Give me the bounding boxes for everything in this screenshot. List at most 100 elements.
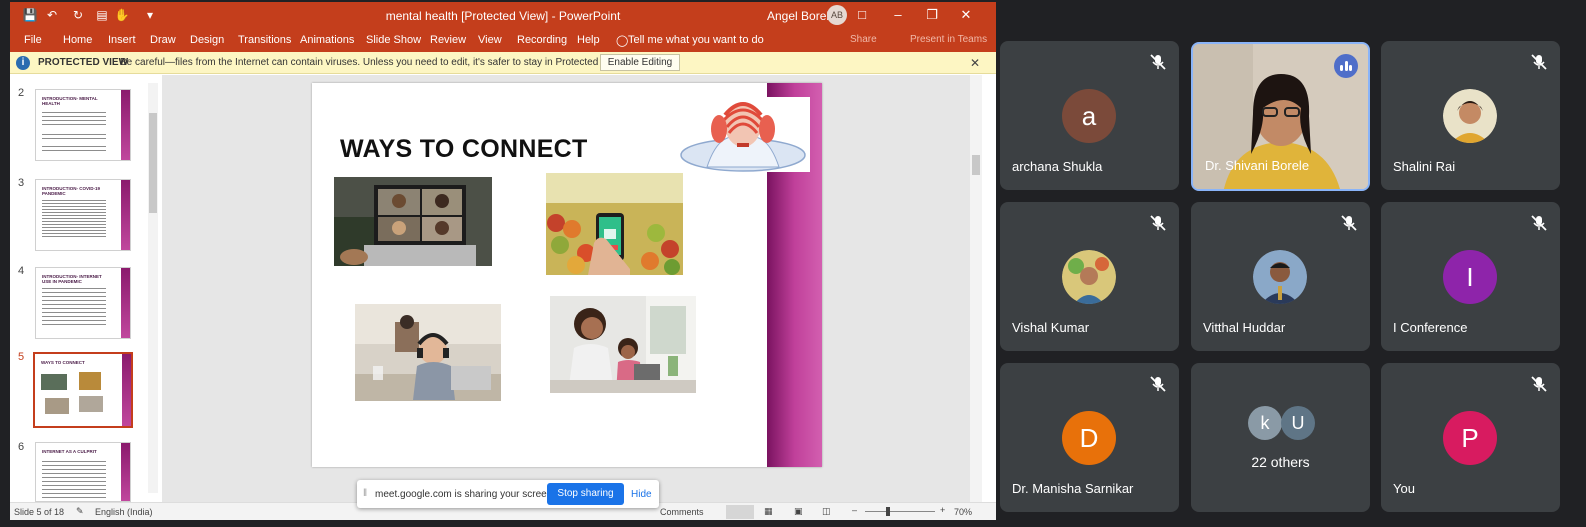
protected-view-bar: i PROTECTED VIEW Be careful—files from t… (10, 52, 996, 74)
participant-name: Vitthal Huddar (1203, 320, 1286, 335)
info-shield-icon: i (16, 56, 30, 70)
slide-title[interactable]: WAYS TO CONNECT (340, 135, 588, 164)
accessibility-icon[interactable]: ✎ (76, 506, 84, 517)
thumbnail-title: WAYS TO CONNECT (41, 360, 85, 365)
title-bar: 💾 ↶ ↻ ▤ ✋ ▾ mental health [Protected Vie… (10, 2, 996, 28)
avatar: I (1443, 250, 1497, 304)
current-slide[interactable]: WAYS TO CONNECT (312, 83, 822, 467)
user-avatar[interactable]: AB (827, 5, 847, 25)
avatar: U (1281, 406, 1315, 440)
close-icon[interactable]: ✕ (970, 56, 980, 70)
teen-headphones-studying-photo[interactable] (355, 304, 501, 401)
slide-thumbnail-4[interactable]: INTRODUCTION- INTERNET USE IN PANDEMIC (35, 267, 131, 339)
slide-number: 2 (18, 87, 25, 99)
tab-help[interactable]: Help (577, 34, 600, 46)
participant-name: Dr. Shivani Borele (1205, 158, 1310, 173)
slide-counter: Slide 5 of 18 (14, 507, 65, 517)
protected-view-message: Be careful—files from the Internet can c… (120, 57, 625, 68)
others-tile[interactable]: k U 22 others (1191, 363, 1370, 512)
slide-number: 6 (18, 441, 25, 453)
participant-tile[interactable]: Vitthal Huddar (1191, 202, 1370, 351)
slide-thumbnail-6[interactable]: INTERNET AS A CULPRIT (35, 442, 131, 502)
slide-number: 3 (18, 177, 25, 189)
zoom-out-icon[interactable]: – (852, 505, 857, 515)
tab-transitions[interactable]: Transitions (238, 34, 291, 46)
slide-number: 4 (18, 265, 25, 277)
slide-show-icon[interactable]: ◫ (822, 506, 831, 517)
thumbnail-title: INTRODUCTION- INTERNET USE IN PANDEMIC (42, 274, 102, 284)
stop-sharing-button[interactable]: Stop sharing (547, 483, 624, 505)
tell-me-search[interactable]: Tell me what you want to do (628, 34, 764, 46)
tab-slide-show[interactable]: Slide Show (366, 34, 421, 46)
avatar: a (1062, 89, 1116, 143)
tab-draw[interactable]: Draw (150, 34, 176, 46)
language-indicator[interactable]: English (India) (95, 507, 153, 517)
close-icon[interactable]: ✕ (956, 5, 976, 25)
zoom-slider-handle[interactable] (886, 507, 890, 516)
canvas-scrollbar[interactable] (970, 75, 982, 502)
mic-muted-icon (1531, 376, 1547, 392)
participant-tile[interactable]: Vishal Kumar (1000, 202, 1179, 351)
drag-handle-icon[interactable]: ‖ (363, 488, 367, 499)
slide-thumbnail-3[interactable]: INTRODUCTION- COVID-19 PANDEMIC (35, 179, 131, 251)
tab-view[interactable]: View (478, 34, 502, 46)
stressed-person-image[interactable] (677, 97, 810, 172)
ribbon-display-icon[interactable]: □ (852, 5, 872, 25)
tab-insert[interactable]: Insert (108, 34, 136, 46)
mother-daughter-laptop-photo[interactable] (550, 296, 696, 393)
comments-button[interactable]: Comments (660, 507, 704, 517)
slide-number: 5 (18, 351, 25, 363)
phone-grocery-photo[interactable] (546, 173, 683, 275)
thumbnail-scrollbar[interactable] (148, 83, 158, 493)
restore-icon[interactable]: ❐ (922, 5, 942, 25)
participant-tile[interactable]: Shalini Rai (1381, 41, 1560, 190)
avatar: P (1443, 411, 1497, 465)
mic-muted-icon (1150, 376, 1166, 392)
avatar (1443, 89, 1497, 143)
participant-name: Dr. Manisha Sarnikar (1012, 481, 1134, 496)
zoom-level[interactable]: 70% (954, 507, 972, 517)
thumbnail-title: INTRODUCTION- MENTAL HEALTH (42, 96, 98, 106)
video-call-laptop-photo[interactable] (334, 177, 492, 266)
participant-tile-active-speaker[interactable]: Dr. Shivani Borele (1191, 42, 1370, 191)
protected-view-title: PROTECTED VIEW (38, 57, 129, 68)
tab-recording[interactable]: Recording (517, 34, 567, 46)
mic-muted-icon (1150, 54, 1166, 70)
slide-thumbnail-2[interactable]: INTRODUCTION- MENTAL HEALTH (35, 89, 131, 161)
enable-editing-button[interactable]: Enable Editing (600, 54, 680, 71)
tab-file[interactable]: File (24, 34, 42, 46)
participant-tile[interactable]: a archana Shukla (1000, 41, 1179, 190)
tab-design[interactable]: Design (190, 34, 224, 46)
mic-muted-icon (1531, 54, 1547, 70)
minimize-icon[interactable]: – (888, 5, 908, 25)
participant-tile[interactable]: D Dr. Manisha Sarnikar (1000, 363, 1179, 512)
participant-tile[interactable]: I I Conference (1381, 202, 1560, 351)
user-name[interactable]: Angel Borele (767, 9, 836, 23)
lightbulb-icon: ◯ (616, 35, 629, 47)
tab-home[interactable]: Home (63, 34, 92, 46)
others-count: 22 others (1251, 454, 1310, 470)
normal-view-icon[interactable] (726, 505, 754, 519)
participant-name: archana Shukla (1012, 159, 1103, 174)
tab-review[interactable]: Review (430, 34, 466, 46)
screen-sharing-bar: ‖ meet.google.com is sharing your screen… (357, 480, 659, 508)
thumbnail-title: INTERNET AS A CULPRIT (42, 449, 97, 454)
sharing-message: meet.google.com is sharing your screen. (375, 489, 556, 500)
slide-sorter-icon[interactable]: ▦ (764, 506, 773, 517)
hide-button[interactable]: Hide (631, 489, 652, 500)
ribbon-tabs: File Home Insert Draw Design Transitions… (10, 28, 996, 52)
slide-thumbnail-5[interactable]: WAYS TO CONNECT (33, 352, 133, 428)
mic-muted-icon (1531, 215, 1547, 231)
speaking-indicator-icon (1334, 54, 1358, 78)
reading-view-icon[interactable]: ▣ (794, 506, 803, 517)
tab-animations[interactable]: Animations (300, 34, 354, 46)
zoom-slider[interactable] (865, 511, 935, 512)
zoom-in-icon[interactable]: + (940, 505, 945, 515)
thumbnail-title: INTRODUCTION- COVID-19 PANDEMIC (42, 186, 101, 196)
screen: 💾 ↶ ↻ ▤ ✋ ▾ mental health [Protected Vie… (0, 0, 1586, 527)
mic-muted-icon (1150, 215, 1166, 231)
present-in-teams-button[interactable]: Present in Teams (910, 34, 987, 45)
self-tile[interactable]: P You (1381, 363, 1560, 512)
avatar: D (1062, 411, 1116, 465)
share-button[interactable]: Share (850, 34, 877, 45)
